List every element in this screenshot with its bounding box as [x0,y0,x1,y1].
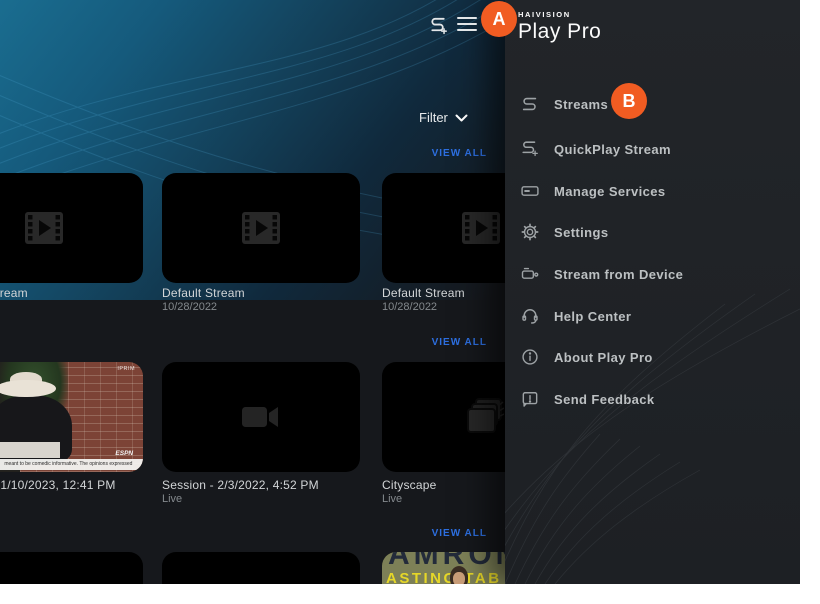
view-all-link-more[interactable]: VIEW ALL [400,528,487,539]
stream-date: 10/28/2022 [162,301,382,313]
session-title: Session - 2/3/2022, 4:52 PM [162,478,382,492]
menu-item-label: Send Feedback [554,392,655,407]
haivision-play-pro-logo: HAIVISION Play Pro [518,10,601,44]
quickplay-stream-icon[interactable] [428,15,449,41]
documentation-page: Filter VIEW ALL VIEW ALL VIEW ALL [0,0,820,604]
streams-icon [520,94,540,114]
watermark-text: IPRIM [117,366,135,372]
film-play-icon [241,211,281,245]
video-camera-icon [242,405,280,429]
hamburger-menu-icon[interactable] [457,17,477,32]
menu-item-label: About Play Pro [554,350,653,365]
chevron-down-icon [455,114,468,122]
filter-label: Filter [419,110,448,125]
filter-dropdown[interactable]: Filter [419,110,468,125]
play-pro-app-window: Filter VIEW ALL VIEW ALL VIEW ALL [0,0,800,584]
session-thumbnail[interactable] [162,362,360,472]
menu-item-label: QuickPlay Stream [554,142,671,157]
menu-item-streams[interactable]: Streams [505,91,800,117]
stream-thumbnail[interactable] [0,552,143,584]
menu-item-about-play-pro[interactable]: About Play Pro [505,344,800,370]
stream-date: 10/28/2022 [0,301,165,313]
brand-name-small: HAIVISION [518,10,601,19]
menu-item-stream-from-device[interactable]: Stream from Device [505,261,800,287]
help-center-icon [520,306,540,326]
menu-item-quickplay-stream[interactable]: QuickPlay Stream [505,136,800,162]
stream-title: Default Stream [0,286,165,300]
settings-gear-icon [520,222,540,242]
video-caption: meant to be comedic informative. The opi… [0,459,143,470]
menu-item-manage-services[interactable]: Manage Services [505,178,800,204]
menu-item-label: Settings [554,225,608,240]
menu-item-send-feedback[interactable]: Send Feedback [505,386,800,412]
quickplay-stream-icon [520,139,540,159]
live-badge: Live [162,493,382,505]
stream-thumbnail[interactable] [0,173,143,283]
view-all-link-sessions[interactable]: VIEW ALL [400,337,487,348]
stacked-frames-icon [458,398,504,436]
stream-thumbnail[interactable] [162,173,360,283]
channel-logo: ESPN [115,450,133,457]
stream-title: Default Stream [162,286,382,300]
film-play-icon [24,211,64,245]
session-title: Session - 1/10/2023, 12:41 PM [0,478,165,492]
menu-item-label: Stream from Device [554,267,683,282]
stream-thumbnail[interactable] [162,552,360,584]
menu-item-settings[interactable]: Settings [505,219,800,245]
info-icon [520,347,540,367]
send-feedback-icon [520,389,540,409]
manage-services-icon [520,181,540,201]
view-all-link-recordings[interactable]: VIEW ALL [400,148,487,159]
video-still: IPRIM ESPN meant to be comedic informati… [0,362,143,472]
slideout-menu-panel: HAIVISION Play Pro Streams QuickPlay Str… [505,0,800,584]
menu-item-help-center[interactable]: Help Center [505,303,800,329]
stream-from-device-icon [520,264,540,284]
menu-item-label: Manage Services [554,184,666,199]
annotation-marker-b: B [611,83,647,119]
menu-item-label: Help Center [554,309,631,324]
brand-name-large: Play Pro [518,20,601,44]
promo-subhead-text: ASTING TAB [386,570,502,584]
session-thumbnail-video[interactable]: IPRIM ESPN meant to be comedic informati… [0,362,143,472]
film-play-icon [461,211,501,245]
menu-item-label: Streams [554,97,608,112]
annotation-marker-a: A [481,1,517,37]
